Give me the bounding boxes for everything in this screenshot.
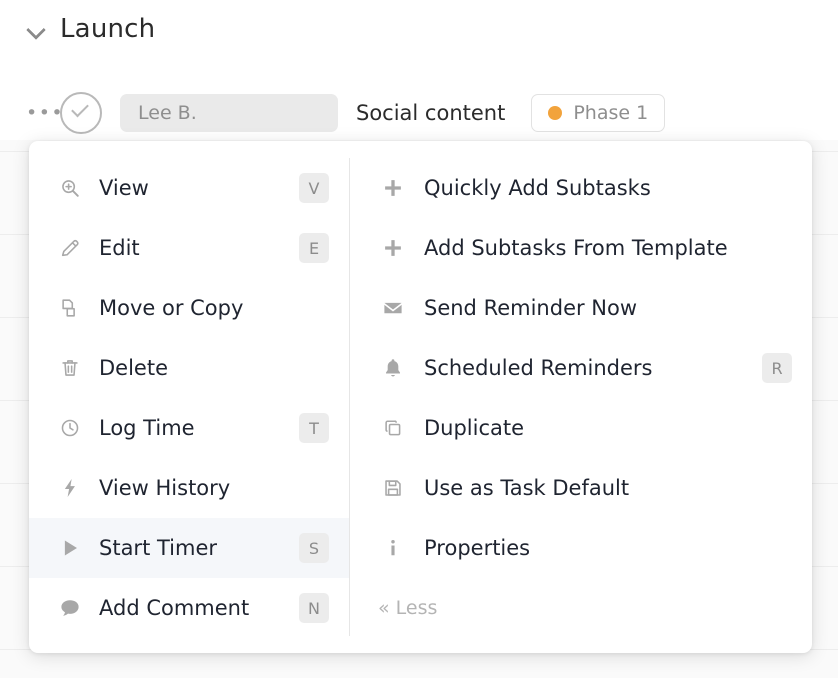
- context-menu-right-column: Quickly Add Subtasks Add Subtasks From Te…: [350, 141, 812, 653]
- chevron-down-icon[interactable]: [26, 19, 46, 39]
- menu-item-label: Delete: [99, 356, 168, 380]
- menu-item-label: Start Timer: [99, 536, 218, 560]
- assignee-label: Lee B.: [138, 102, 197, 124]
- copy-pages-icon: [55, 297, 85, 319]
- keyboard-shortcut-badge: V: [299, 173, 329, 203]
- menu-item-label: Log Time: [99, 416, 195, 440]
- envelope-icon: [378, 297, 408, 319]
- info-icon: [378, 537, 408, 559]
- menu-item-edit[interactable]: Edit E: [29, 218, 349, 278]
- plus-icon: [378, 237, 408, 259]
- menu-item-start-timer[interactable]: Start Timer S: [29, 518, 349, 578]
- menu-item-properties[interactable]: Properties: [350, 518, 812, 578]
- menu-item-send-reminder-now[interactable]: Send Reminder Now: [350, 278, 812, 338]
- menu-item-label: Add Comment: [99, 596, 250, 620]
- keyboard-shortcut-badge: S: [299, 533, 329, 563]
- task-row: ••• Lee B. Social content Phase 1: [24, 92, 666, 134]
- zoom-in-icon: [55, 177, 85, 199]
- status-badge[interactable]: Phase 1: [531, 94, 666, 132]
- menu-item-label: Send Reminder Now: [424, 296, 638, 320]
- menu-item-use-as-task-default[interactable]: Use as Task Default: [350, 458, 812, 518]
- menu-item-view[interactable]: View V: [29, 158, 349, 218]
- menu-item-log-time[interactable]: Log Time T: [29, 398, 349, 458]
- play-icon: [55, 537, 85, 559]
- menu-item-view-history[interactable]: View History: [29, 458, 349, 518]
- keyboard-shortcut-badge: R: [762, 353, 792, 383]
- menu-item-label: View: [99, 176, 149, 200]
- menu-item-label: View History: [99, 476, 231, 500]
- check-circle-icon[interactable]: [60, 92, 102, 134]
- menu-item-duplicate[interactable]: Duplicate: [350, 398, 812, 458]
- group-header[interactable]: Launch: [26, 10, 155, 48]
- context-menu-left-column: View V Edit E Move or Copy Delete Log Time T Vie…: [29, 141, 349, 653]
- pencil-icon: [55, 237, 85, 259]
- clock-icon: [55, 417, 85, 439]
- bell-icon: [378, 357, 408, 379]
- menu-item-label: Duplicate: [424, 416, 525, 440]
- phase-dot-icon: [548, 106, 563, 120]
- menu-item-add-subtasks-from-template[interactable]: Add Subtasks From Template: [350, 218, 812, 278]
- menu-item-label: Add Subtasks From Template: [424, 236, 728, 260]
- comment-icon: [55, 597, 85, 619]
- keyboard-shortcut-badge: E: [299, 233, 329, 263]
- context-menu: View V Edit E Move or Copy Delete Log Time T Vie…: [29, 141, 812, 653]
- show-less-label: « Less: [378, 597, 438, 619]
- menu-item-scheduled-reminders[interactable]: Scheduled Reminders R: [350, 338, 812, 398]
- menu-item-label: Properties: [424, 536, 531, 560]
- status-badge-label: Phase 1: [573, 102, 649, 124]
- more-options-button[interactable]: •••: [24, 104, 63, 123]
- trash-icon: [55, 357, 85, 379]
- keyboard-shortcut-badge: N: [299, 593, 329, 623]
- menu-item-delete[interactable]: Delete: [29, 338, 349, 398]
- menu-item-label: Use as Task Default: [424, 476, 630, 500]
- menu-item-label: Edit: [99, 236, 140, 260]
- menu-item-add-comment[interactable]: Add Comment N: [29, 578, 349, 638]
- show-less-row[interactable]: « Less: [350, 578, 812, 638]
- menu-item-quickly-add-subtasks[interactable]: Quickly Add Subtasks: [350, 158, 812, 218]
- bolt-icon: [55, 477, 85, 499]
- page-title: Launch: [60, 14, 156, 44]
- duplicate-icon: [378, 417, 408, 439]
- plus-icon: [378, 177, 408, 199]
- menu-item-move-or-copy[interactable]: Move or Copy: [29, 278, 349, 338]
- keyboard-shortcut-badge: T: [299, 413, 329, 443]
- floppy-disk-icon: [378, 477, 408, 499]
- menu-item-label: Move or Copy: [99, 296, 244, 320]
- menu-item-label: Quickly Add Subtasks: [424, 176, 651, 200]
- menu-item-label: Scheduled Reminders: [424, 356, 653, 380]
- task-name[interactable]: Social content: [356, 101, 505, 125]
- assignee-field[interactable]: Lee B.: [120, 94, 338, 132]
